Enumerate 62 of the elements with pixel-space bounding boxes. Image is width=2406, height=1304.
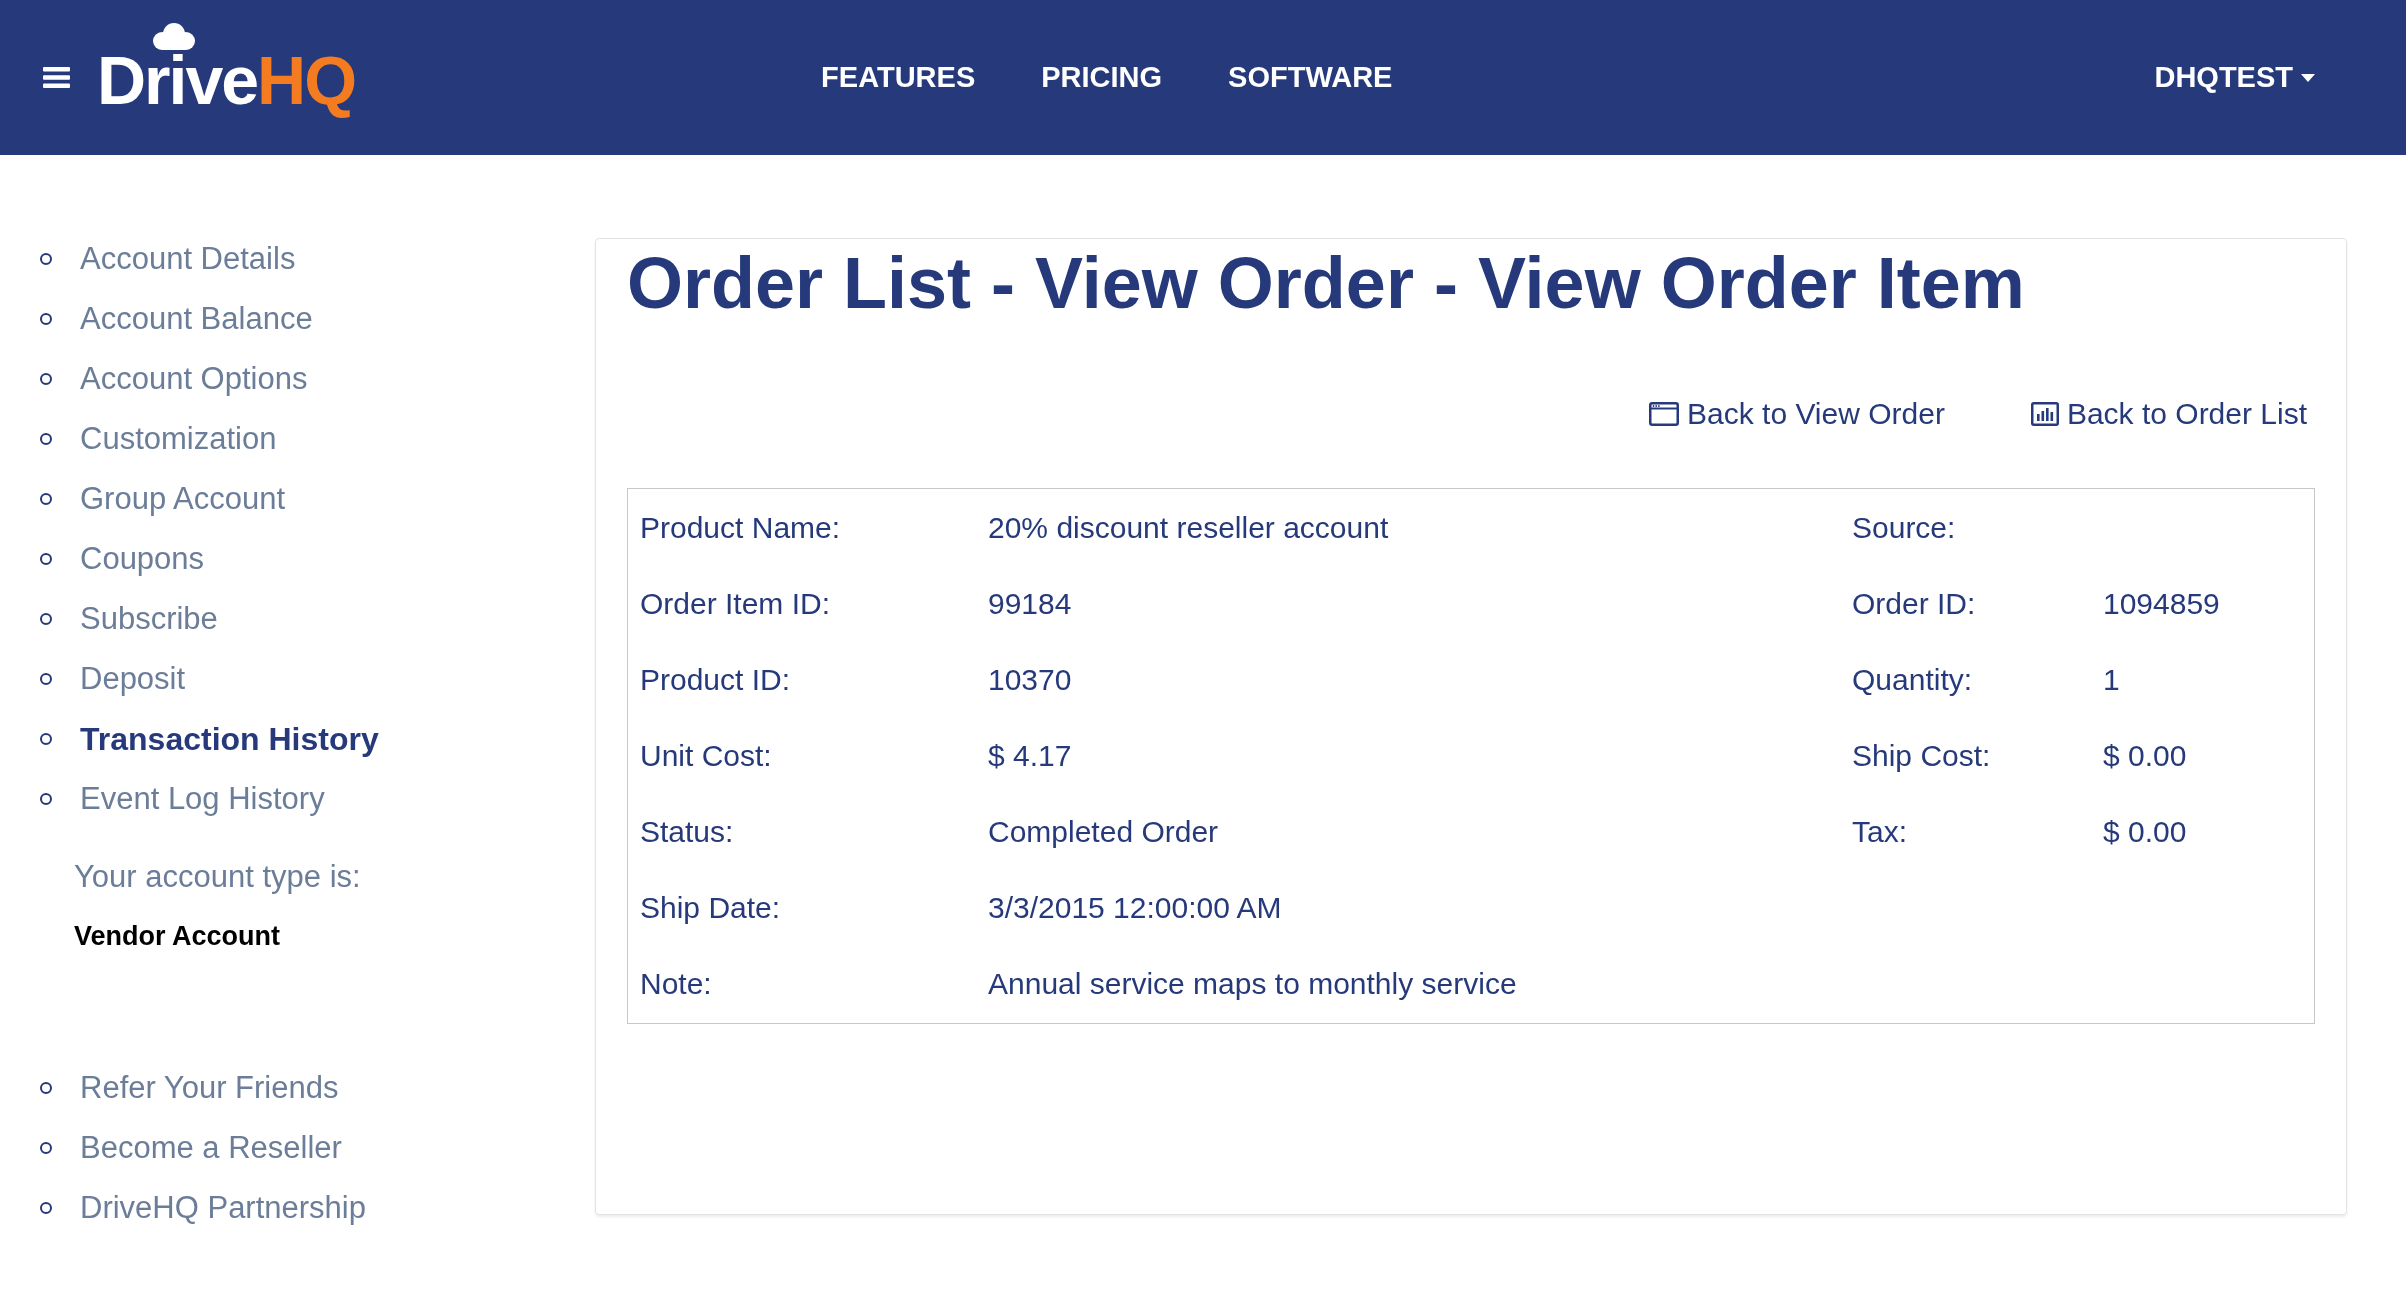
bullet-icon (40, 433, 52, 445)
bullet-icon (40, 1142, 52, 1154)
window-icon (1649, 402, 1679, 426)
sidebar-link[interactable]: Become a Reseller (80, 1128, 342, 1168)
field-label: Unit Cost: (640, 739, 772, 772)
bullet-icon (40, 313, 52, 325)
bullet-icon (40, 793, 52, 805)
menu-icon[interactable] (43, 67, 70, 88)
bullet-icon (40, 553, 52, 565)
bullet-icon (40, 613, 52, 625)
caret-icon (2301, 73, 2315, 82)
field-label: Quantity: (1852, 663, 1973, 696)
field-value: 99184 (988, 587, 1072, 620)
bullet-icon (40, 673, 52, 685)
field-value: $ 0.00 (2103, 815, 2187, 848)
back-link[interactable]: Back to View Order (1649, 394, 1945, 434)
field-label: Ship Date: (640, 891, 781, 924)
sidebar-link[interactable]: Refer Your Friends (80, 1068, 339, 1108)
sidebar-link[interactable]: Account Balance (80, 299, 313, 339)
field-label: Product ID: (640, 663, 791, 696)
sidebar-link[interactable]: DriveHQ Partnership (80, 1188, 366, 1228)
sidebar-link[interactable]: Group Account (80, 479, 286, 519)
account-type-label: Your account type is: (74, 858, 362, 896)
field-label: Product Name: (640, 511, 841, 544)
field-value: 1 (2103, 663, 2120, 696)
field-label: Tax: (1852, 815, 1908, 848)
sidebar-link[interactable]: Account Details (80, 239, 296, 279)
back-link[interactable]: Back to Order List (2030, 394, 2307, 434)
field-label: Order Item ID: (640, 587, 831, 620)
field-value: 3/3/2015 12:00:00 AM (988, 891, 1282, 924)
field-label: Ship Cost: (1852, 739, 1991, 772)
field-value: $ 0.00 (2103, 739, 2187, 772)
field-label: Status: (640, 815, 734, 848)
sidebar-link[interactable]: Coupons (80, 539, 205, 579)
sidebar-link[interactable]: Transaction History (80, 719, 379, 759)
field-value: 20% discount reseller account (988, 511, 1389, 544)
nav-link[interactable]: FEATURES (821, 55, 976, 100)
sidebar-link[interactable]: Subscribe (80, 599, 218, 639)
user-menu-button[interactable]: DHQTEST (2154, 55, 2315, 100)
page-title: Order List - View Order - View Order Item (627, 243, 2026, 323)
field-label: Source: (1852, 511, 1956, 544)
field-value: $ 4.17 (988, 739, 1072, 772)
nav-link[interactable]: PRICING (1041, 55, 1163, 100)
bullet-icon (40, 1082, 52, 1094)
field-value: 10370 (988, 663, 1072, 696)
bar-chart-icon (2030, 402, 2059, 426)
bullet-icon (40, 253, 52, 265)
field-value: 1094859 (2103, 587, 2220, 620)
bullet-icon (40, 373, 52, 385)
account-type-value: Vendor Account (74, 920, 282, 953)
sidebar-link[interactable]: Customization (80, 419, 277, 459)
nav-link[interactable]: SOFTWARE (1228, 55, 1393, 100)
sidebar-link[interactable]: Account Options (80, 359, 308, 399)
bullet-icon (40, 733, 52, 745)
field-label: Note: (640, 967, 712, 1000)
field-value: Completed Order (988, 815, 1219, 848)
sidebar-link[interactable]: Deposit (80, 659, 186, 699)
bullet-icon (40, 1202, 52, 1214)
sidebar-link[interactable]: Event Log History (80, 779, 325, 819)
field-value: Annual service maps to monthly service (988, 967, 1517, 1000)
bullet-icon (40, 493, 52, 505)
field-label: Order ID: (1852, 587, 1976, 620)
